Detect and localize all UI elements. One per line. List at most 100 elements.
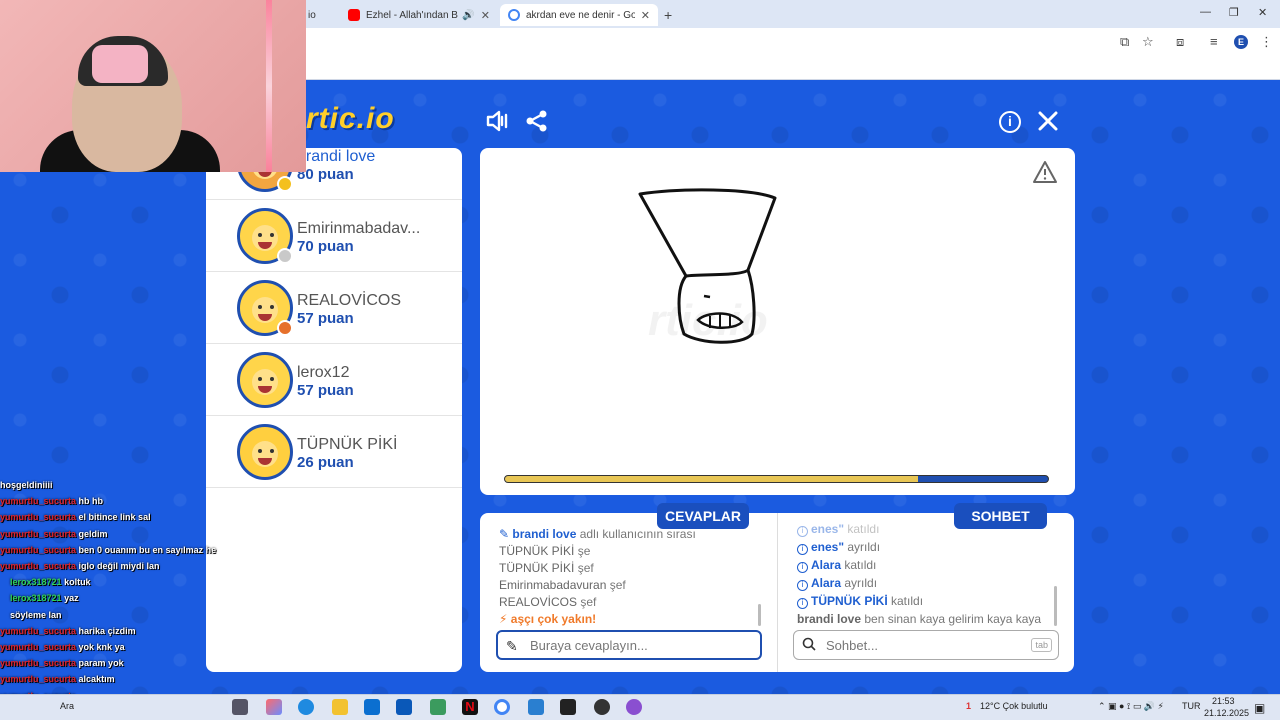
pencil-icon: ✎ — [499, 527, 513, 541]
clock-date[interactable]: 21.12.2025 — [1204, 708, 1249, 718]
tab-title: akrdan eve ne denir - Google'd — [526, 9, 635, 21]
weather[interactable]: 12°C Çok bulutlu — [980, 701, 1048, 711]
info-icon: i — [797, 562, 808, 573]
avatar-eye — [270, 233, 274, 237]
close-window-icon[interactable]: ✕ — [1258, 6, 1267, 19]
player-row[interactable]: REALOVİCOS 57 puan — [206, 272, 462, 344]
browser-tab-1[interactable]: io — [300, 4, 340, 26]
avatar-eye — [270, 449, 274, 453]
bookmark-star-icon[interactable]: ☆ — [1142, 34, 1154, 50]
player-score: 26 puan — [297, 454, 354, 471]
edge-icon[interactable] — [298, 699, 314, 715]
minimize-icon[interactable]: — — [1200, 6, 1211, 18]
clock-time[interactable]: 21:53 — [1212, 696, 1235, 706]
stream-chat-line: lerox318721 yaz — [10, 593, 79, 604]
tray-icons[interactable]: ⌃ ▣ ● ⟟ ▭ 🔊 ⚡ — [1098, 701, 1164, 712]
tab-title: Ezhel - Allah'ından Bul (Live — [366, 9, 458, 21]
restore-icon[interactable]: ❐ — [1229, 6, 1239, 19]
round-timer-bar — [504, 475, 1049, 483]
answer-input[interactable]: ✎ Buraya cevaplayın... — [496, 630, 762, 660]
info-icon[interactable]: i — [996, 108, 1024, 136]
info-icon: i — [797, 526, 808, 537]
chat-item: i TÜPNÜK PİKİ katıldı — [797, 594, 923, 609]
avatar-eye — [258, 449, 262, 453]
answer-item: TÜPNÜK PİKİ şe — [499, 544, 591, 558]
answers-header: CEVAPLAR — [657, 503, 749, 529]
stream-chat-line: yumurtlu_sucurta ben 0 ouanım bu en sayı… — [0, 544, 217, 555]
tab-title: io — [308, 9, 316, 21]
chat-scrollbar[interactable] — [1054, 586, 1057, 626]
player-name: brandi love — [297, 148, 376, 165]
search-icon — [802, 637, 816, 654]
avatar-eye — [258, 305, 262, 309]
close-tab-icon[interactable]: ✕ — [635, 9, 650, 22]
avatar-eye — [258, 377, 262, 381]
app-icon-2[interactable] — [528, 699, 544, 715]
player-name: TÜPNÜK PİKİ — [297, 436, 398, 453]
close-tab-icon[interactable]: ✕ — [475, 9, 490, 22]
close-game-icon[interactable] — [1034, 108, 1062, 136]
outlook-icon[interactable] — [396, 699, 412, 715]
obs-icon[interactable] — [594, 699, 610, 715]
stream-chat-line: yumurtlu_sucurta hb hb — [0, 496, 104, 507]
new-tab-button[interactable]: + — [660, 4, 682, 26]
browser-tab-3-active[interactable]: akrdan eve ne denir - Google'd ✕ — [500, 4, 658, 26]
report-warning-icon[interactable] — [1032, 160, 1058, 189]
bolt-icon: ⚡ — [499, 612, 511, 626]
store-icon[interactable] — [364, 699, 380, 715]
chat-item: i Alara katıldı — [797, 558, 876, 573]
app-icon-3[interactable] — [626, 699, 642, 715]
player-list: ✎brandi love80 puanEmirinmabadav...70 pu… — [206, 148, 462, 672]
player-row[interactable]: lerox12 57 puan — [206, 344, 462, 416]
led-strip — [266, 0, 272, 172]
chat-item: i enes" ayrıldı — [797, 540, 880, 555]
player-avatar — [237, 352, 293, 408]
netflix-icon[interactable]: N — [462, 699, 478, 715]
app-icon[interactable] — [430, 699, 446, 715]
drawing-canvas[interactable]: rtic.io — [480, 148, 1075, 495]
sound-icon[interactable] — [484, 108, 512, 136]
copilot-icon[interactable] — [266, 699, 282, 715]
cast-icon[interactable]: ⧉ — [1120, 34, 1129, 50]
share-icon[interactable] — [523, 108, 551, 136]
notifications-icon[interactable]: ▣ — [1254, 701, 1265, 715]
youtube-icon — [348, 9, 360, 21]
status-badge — [277, 320, 293, 336]
avatar-eye — [270, 305, 274, 309]
stream-chat-line: yumurtlu_sucurta iglo değil miydi lan — [0, 561, 160, 571]
player-row[interactable]: Emirinmabadav... 70 puan — [206, 200, 462, 272]
cap-logo — [92, 45, 148, 83]
file-explorer-icon[interactable] — [332, 699, 348, 715]
tab-key-hint: tab — [1031, 638, 1052, 652]
stream-chat-overlay: hoşgeldiniiii yumurtlu_sucurta hb hb yumur… — [0, 478, 216, 720]
profile-avatar[interactable]: E — [1234, 35, 1248, 49]
stream-chat-line: söyleme lan — [10, 609, 62, 620]
player-score: 70 puan — [297, 238, 354, 255]
player-name: Emirinmabadav... — [297, 220, 421, 237]
browser-tab-2[interactable]: Ezhel - Allah'ından Bul (Live 🔊 ✕ — [340, 4, 498, 26]
chat-input[interactable]: Sohbet... tab — [793, 630, 1059, 660]
webcam-overlay — [0, 0, 306, 172]
extensions-icon[interactable]: ⧈ — [1176, 34, 1184, 50]
notification-badge: 1 — [966, 701, 972, 711]
chrome-icon[interactable] — [494, 699, 510, 715]
answers-scrollbar[interactable] — [758, 604, 761, 626]
google-icon — [508, 9, 520, 21]
menu-kebab-icon[interactable]: ⋮ — [1260, 34, 1273, 50]
reading-list-icon[interactable]: ≡ — [1210, 34, 1218, 49]
stream-chat-line: yumurtlu_sucurta yok knk ya — [0, 642, 125, 652]
chat-item: i enes" katıldı — [797, 522, 879, 537]
answer-item: ⚡ aşçı çok yakın! — [499, 612, 597, 626]
avatar-eye — [270, 377, 274, 381]
round-timer-fill — [505, 476, 918, 482]
info-icon: i — [797, 598, 808, 609]
chat-header: SOHBET — [954, 503, 1047, 529]
epic-games-icon[interactable] — [560, 699, 576, 715]
player-row[interactable]: TÜPNÜK PİKİ 26 puan — [206, 416, 462, 488]
chat-placeholder: Sohbet... — [826, 637, 879, 653]
taskbar-search[interactable]: Ara — [60, 701, 74, 711]
task-view-icon[interactable] — [232, 699, 248, 715]
status-badge — [277, 176, 293, 192]
chat-item: i Alara ayrıldı — [797, 576, 877, 591]
language-indicator[interactable]: TUR — [1182, 701, 1201, 711]
